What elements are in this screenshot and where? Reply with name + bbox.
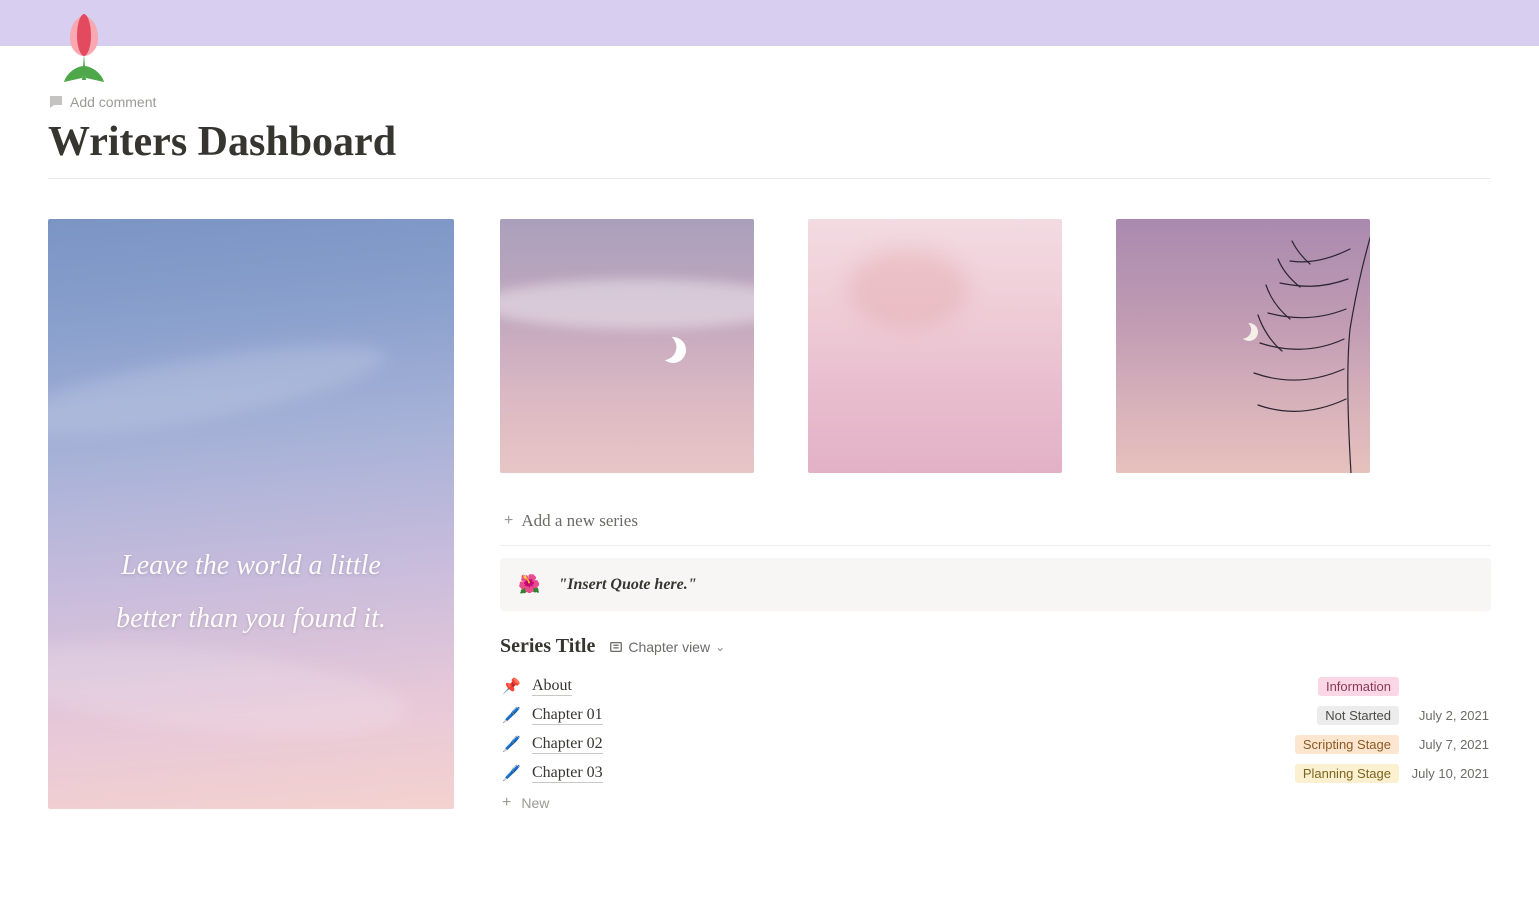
pen-icon: 🖊️ bbox=[502, 735, 520, 754]
row-date: July 7, 2021 bbox=[1411, 737, 1489, 752]
view-selector[interactable]: Chapter view ⌄ bbox=[609, 639, 725, 655]
pen-icon: 🖊️ bbox=[502, 764, 520, 783]
row-title[interactable]: Chapter 02 bbox=[532, 735, 603, 754]
cover-banner[interactable] bbox=[0, 0, 1539, 46]
page-icon-tulip[interactable] bbox=[48, 10, 120, 82]
add-comment-button[interactable]: Add comment bbox=[48, 94, 1491, 110]
hero-quote-text: Leave the world a little better than you… bbox=[48, 539, 454, 645]
row-date: July 2, 2021 bbox=[1411, 708, 1489, 723]
plus-icon: + bbox=[502, 794, 511, 812]
list-item[interactable]: 📌 About Information bbox=[500, 672, 1491, 701]
chapter-list: 📌 About Information 🖊️ Chapter 01 Not Started… bbox=[500, 672, 1491, 788]
row-date: July 10, 2021 bbox=[1411, 766, 1489, 781]
add-series-button[interactable]: + Add a new series bbox=[500, 497, 1491, 546]
hero-quote-image[interactable]: Leave the world a little better than you… bbox=[48, 219, 454, 809]
chevron-down-icon: ⌄ bbox=[715, 640, 725, 654]
pen-icon: 🖊️ bbox=[502, 706, 520, 725]
add-comment-label: Add comment bbox=[70, 94, 156, 110]
gallery-image-3[interactable] bbox=[1116, 219, 1370, 473]
row-title[interactable]: Chapter 03 bbox=[532, 764, 603, 783]
new-label: New bbox=[521, 795, 549, 811]
list-icon bbox=[609, 640, 623, 654]
page-title[interactable]: Writers Dashboard bbox=[48, 118, 1491, 166]
gallery-image-1[interactable] bbox=[500, 219, 754, 473]
gallery-row bbox=[500, 219, 1491, 473]
list-item[interactable]: 🖊️ Chapter 02 Scripting Stage July 7, 2021 bbox=[500, 730, 1491, 759]
add-series-label: Add a new series bbox=[521, 511, 638, 531]
list-item[interactable]: 🖊️ Chapter 03 Planning Stage July 10, 2021 bbox=[500, 759, 1491, 788]
list-item[interactable]: 🖊️ Chapter 01 Not Started July 2, 2021 bbox=[500, 701, 1491, 730]
row-title[interactable]: Chapter 01 bbox=[532, 706, 603, 725]
database-title[interactable]: Series Title bbox=[500, 635, 595, 658]
tree-silhouette bbox=[1220, 219, 1370, 473]
comment-icon bbox=[48, 94, 64, 110]
row-title[interactable]: About bbox=[532, 677, 572, 696]
divider bbox=[48, 178, 1491, 179]
status-badge: Scripting Stage bbox=[1295, 735, 1399, 754]
hibiscus-icon: 🌺 bbox=[518, 574, 540, 595]
new-row-button[interactable]: + New bbox=[500, 788, 1491, 818]
plus-icon: + bbox=[504, 512, 513, 530]
status-badge: Planning Stage bbox=[1295, 764, 1399, 783]
view-label: Chapter view bbox=[628, 639, 710, 655]
callout-text: "Insert Quote here." bbox=[558, 576, 696, 594]
gallery-image-2[interactable] bbox=[808, 219, 1062, 473]
pushpin-icon: 📌 bbox=[502, 677, 520, 696]
status-badge: Information bbox=[1318, 677, 1399, 696]
status-badge: Not Started bbox=[1317, 706, 1399, 725]
quote-callout[interactable]: 🌺 "Insert Quote here." bbox=[500, 558, 1491, 611]
